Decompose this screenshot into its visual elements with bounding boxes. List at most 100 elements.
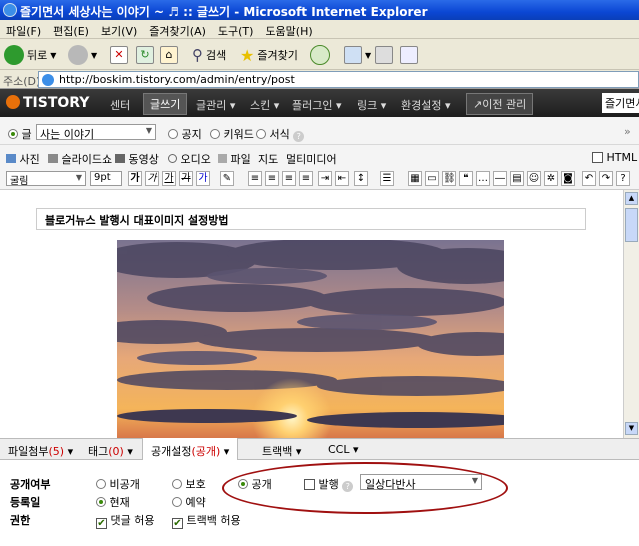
menu-file[interactable]: 파일(F) (0, 20, 47, 39)
nav-manage[interactable]: 글관리 ▾ (196, 97, 235, 113)
help-icon[interactable]: ? (293, 131, 305, 142)
menu-view[interactable]: 보기(V) (95, 20, 143, 39)
notice-option[interactable]: 공지 (168, 126, 202, 142)
strike-button[interactable]: 가 (179, 171, 193, 186)
now-radio[interactable] (96, 497, 106, 507)
special-char-icon[interactable]: ✲ (544, 171, 558, 186)
outdent-icon[interactable]: ⇤ (335, 171, 349, 186)
keyword-option[interactable]: 키워드 (210, 126, 254, 142)
align-right-icon[interactable]: ≡ (282, 171, 296, 186)
stop-button[interactable]: ✕ (110, 44, 128, 66)
menu-tools[interactable]: 도구(T) (212, 20, 260, 39)
private-option[interactable]: 비공개 (96, 476, 140, 492)
post-title-input[interactable]: 블로거뉴스 발행시 대표이미지 설정방법 (36, 208, 586, 230)
forward-button[interactable]: ▼ (68, 44, 97, 66)
media-multimedia[interactable]: 멀티미디어 (286, 151, 337, 167)
favorites-button[interactable]: ★ 즐겨찾기 (240, 44, 298, 66)
allow-comment-option[interactable]: ✔ 댓글 허용 (96, 512, 154, 529)
italic-button[interactable]: 가 (145, 171, 159, 186)
nav-center[interactable]: 센터 (110, 97, 130, 113)
map-icon[interactable]: ◙ (561, 171, 575, 186)
html-toggle[interactable]: HTML (592, 151, 637, 164)
table-icon[interactable]: ▦ (408, 171, 422, 186)
help-icon[interactable]: ? (616, 171, 630, 186)
indent-icon[interactable]: ⇥ (318, 171, 332, 186)
editor-scrollbar[interactable]: ▲ ▼ (623, 190, 639, 438)
keyword-radio[interactable] (210, 129, 220, 139)
media-slideshow[interactable]: 슬라이드쇼 (48, 151, 112, 167)
media-video[interactable]: 동영상 (115, 151, 159, 167)
media-file[interactable]: 파일 (218, 151, 251, 167)
media-audio[interactable]: 오디오 (168, 151, 211, 167)
nav-settings[interactable]: 환경설정 ▾ (401, 97, 451, 113)
grid-icon[interactable]: ▤ (510, 171, 524, 186)
now-option[interactable]: 현재 (96, 494, 130, 510)
align-justify-icon[interactable]: ≡ (299, 171, 313, 186)
scroll-up-icon[interactable]: ▲ (625, 192, 638, 205)
more-icon[interactable]: … (476, 171, 490, 186)
allow-trackback-checkbox[interactable]: ✔ (172, 518, 183, 529)
reserve-radio[interactable] (172, 497, 182, 507)
tab-public-settings[interactable]: 공개설정(공개) ▾ (142, 438, 239, 460)
tab-attach[interactable]: 파일첨부(5) ▾ (8, 443, 73, 459)
history-button[interactable] (310, 44, 330, 66)
format-option[interactable]: 서식 ? (256, 126, 305, 142)
refresh-button[interactable]: ↻ (136, 44, 154, 66)
address-input[interactable]: http://boskim.tistory.com/admin/entry/po… (38, 71, 639, 88)
allow-trackback-option[interactable]: ✔ 트랙백 허용 (172, 512, 241, 529)
category-select[interactable]: 사는 이야기 ▼ (36, 124, 156, 141)
nav-plugin[interactable]: 플러그인 ▾ (292, 97, 342, 113)
list-icon[interactable]: ☰ (380, 171, 394, 186)
editor-area[interactable]: 블로거뉴스 발행시 대표이미지 설정방법 (0, 190, 623, 438)
search-button[interactable]: ⚲ 검색 (192, 44, 226, 66)
align-center-icon[interactable]: ≡ (265, 171, 279, 186)
underline-button[interactable]: 가 (162, 171, 176, 186)
bold-button[interactable]: 가 (128, 171, 142, 186)
tistory-logo[interactable]: TISTORY (6, 95, 89, 111)
scroll-thumb[interactable] (625, 208, 638, 242)
print-button[interactable] (375, 44, 393, 66)
tab-tag[interactable]: 태그(0) ▾ (88, 443, 133, 459)
quote-icon[interactable]: ❝ (459, 171, 473, 186)
menu-help[interactable]: 도움말(H) (259, 20, 318, 39)
back-button[interactable]: 뒤로 ▼ (4, 44, 56, 66)
media-photo[interactable]: 사진 (6, 151, 40, 167)
nav-skin[interactable]: 스킨 ▾ (250, 97, 279, 113)
highlight-icon[interactable]: ✎ (220, 171, 234, 186)
prev-admin-button[interactable]: ↗이전 관리 (466, 93, 534, 115)
format-radio[interactable] (256, 129, 266, 139)
menu-edit[interactable]: 편집(E) (47, 20, 95, 39)
sunset-cloud-photo[interactable] (117, 240, 504, 438)
nav-write[interactable]: 글쓰기 (143, 93, 188, 115)
post-type-radio[interactable] (8, 129, 18, 139)
undo-icon[interactable]: ↶ (582, 171, 596, 186)
link-icon[interactable]: ⛓ (442, 171, 456, 186)
post-type-option[interactable]: 글 (8, 126, 32, 142)
protected-radio[interactable] (172, 479, 182, 489)
reserve-option[interactable]: 예약 (172, 494, 206, 510)
html-checkbox[interactable] (592, 152, 603, 163)
allow-comment-checkbox[interactable]: ✔ (96, 518, 107, 529)
scroll-down-icon[interactable]: ▼ (625, 422, 638, 435)
tab-trackback[interactable]: 트랙백 ▾ (262, 443, 301, 459)
emoticon-icon[interactable]: ☺ (527, 171, 541, 186)
media-map[interactable]: 지도 (258, 151, 278, 167)
tab-ccl[interactable]: CCL ▾ (328, 443, 359, 456)
protected-option[interactable]: 보호 (172, 476, 206, 492)
font-color-button[interactable]: 가 (196, 171, 210, 186)
font-select[interactable]: 굴림 ▼ (6, 171, 86, 187)
home-button[interactable]: ⌂ (160, 44, 178, 66)
edit-button[interactable] (400, 44, 418, 66)
hr-icon[interactable]: ― (493, 171, 507, 186)
mail-button[interactable]: ▼ (344, 44, 371, 66)
expand-icon[interactable]: » (624, 125, 631, 138)
align-left-icon[interactable]: ≡ (248, 171, 262, 186)
size-select[interactable]: 9pt (90, 171, 122, 186)
private-radio[interactable] (96, 479, 106, 489)
notice-radio[interactable] (168, 129, 178, 139)
box-icon[interactable]: ▭ (425, 171, 439, 186)
redo-icon[interactable]: ↷ (599, 171, 613, 186)
line-height-icon[interactable]: ↕ (354, 171, 368, 186)
menu-favorites[interactable]: 즐겨찾기(A) (143, 20, 212, 39)
nav-link[interactable]: 링크 ▾ (357, 97, 386, 113)
